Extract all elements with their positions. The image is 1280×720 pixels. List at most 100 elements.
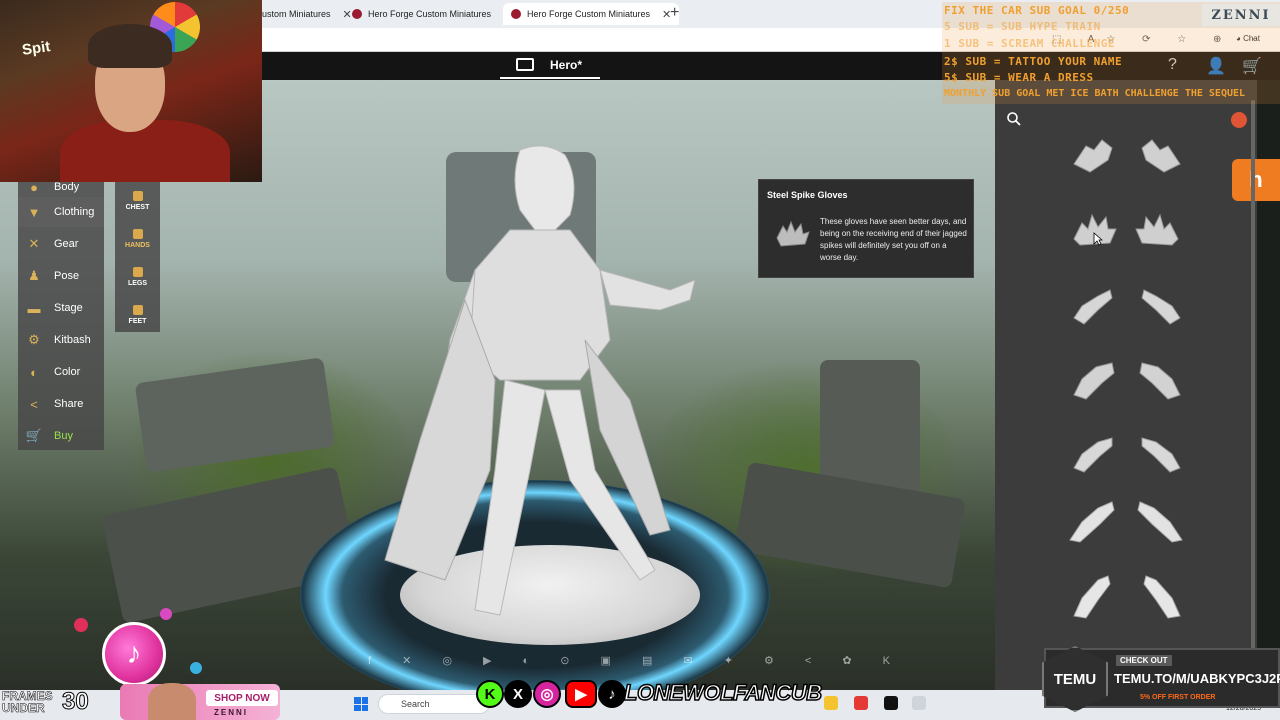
decor-dot [190,662,202,674]
palette-icon: ◐ [30,364,38,380]
subnav-feet[interactable]: FEET [115,296,160,334]
goal-line: 1 SUB = SCREAM CHALLENGE [944,37,1115,50]
windows-start-icon[interactable] [354,697,368,711]
subnav-chest[interactable]: CHEST [115,182,160,220]
share-icon: < [30,396,38,412]
taskbar-search-input[interactable]: Search [378,694,490,714]
subnav-legs[interactable]: LEGS [115,258,160,296]
nav-label: Pose [54,270,80,282]
glove-option[interactable] [1068,428,1124,478]
nav-item-kitbash[interactable]: ⚙ Kitbash [18,325,104,355]
browser-tab-active[interactable]: Hero Forge Custom Miniatures ✕ [503,3,680,25]
subnav-label: HANDS [125,242,150,249]
glove-option[interactable] [1130,496,1186,546]
webcam-sign: Spit [20,38,52,59]
clothing-subcategory-nav: CHEST HANDS LEGS FEET [115,182,160,332]
hand-icon [132,229,143,239]
glove-option[interactable] [1130,428,1186,478]
streamer-hair [88,24,172,68]
nav-label: Color [54,366,81,378]
stage-icon: ▬ [27,300,41,316]
kick-icon: K [476,680,504,708]
tooltip-description: These gloves have seen better days, and … [820,217,967,262]
glove-option[interactable] [1068,355,1124,405]
tab-label: ustom Miniatures [262,9,331,19]
hero-forge-help-icon[interactable]: h [1232,159,1280,201]
goal-line: 5 SUB = SUB HYPE TRAIN [944,20,1101,33]
item-selection-panel [995,80,1257,690]
nav-item-buy[interactable]: 🛒 Buy [18,421,104,451]
nav-label: Body [54,181,80,193]
hero-forge-favicon-icon [511,9,521,19]
kitbash-icon: ⚙ [28,332,40,347]
taskbar-app-icon[interactable] [824,696,838,710]
temu-url: TEMU.TO/M/UABKYPC3J2P [1114,671,1280,686]
folder-icon[interactable] [516,58,534,71]
miniature-figure[interactable] [370,140,710,630]
mouse-cursor-icon [1093,232,1103,246]
screen: ustom Miniatures ✕ Hero Forge Custom Min… [0,0,1280,720]
boot-icon [132,305,143,315]
nav-item-color[interactable]: ◐ Color [18,357,104,387]
glove-option[interactable] [1066,496,1122,546]
glove-option[interactable] [1130,130,1186,180]
goal-line: MONTHLY SUB GOAL MET ICE BATH CHALLENGE … [944,88,1246,99]
youtube-icon: ▶ [565,680,597,708]
subnav-hands[interactable]: HANDS [115,220,160,258]
glove-option[interactable] [1068,130,1124,180]
tab-label: Hero Forge Custom Miniatures [368,9,492,19]
nav-item-clothing[interactable]: ▼ Clothing [18,197,104,227]
zenni-logo: ZENNI [1202,4,1280,26]
subnav-label: LEGS [127,280,148,287]
pose-icon: ♟ [28,268,40,283]
streamer-shirt [60,120,230,182]
streamer-name-banner: LONEWOLFANCUB [623,679,823,706]
search-icon[interactable] [1006,111,1022,127]
subnav-label: CHEST [125,204,150,211]
axes-icon: ✕ [28,236,40,251]
subnav-label: FEET [128,318,147,325]
netflix-icon[interactable] [884,696,898,710]
nav-item-pose[interactable]: ♟ Pose [18,261,104,291]
glove-option[interactable] [1130,205,1186,255]
tooltip-title: Steel Spike Gloves [767,190,848,200]
temu-offer: 5% OFF FIRST ORDER [1140,694,1216,701]
nav-label: Buy [54,430,73,442]
goal-line: 5$ SUB = WEAR A DRESS [944,71,1094,84]
link-icon[interactable] [1231,112,1247,128]
tab-label: Hero Forge Custom Miniatures [527,9,651,19]
hero-title[interactable]: Hero* [550,58,582,72]
glove-option[interactable] [1068,280,1124,330]
nav-label: Stage [54,302,83,314]
frames-number: 30 [62,688,90,716]
nav-label: Kitbash [54,334,91,346]
nav-label: Gear [54,238,79,250]
nav-label: Share [54,398,84,410]
chest-icon [132,191,143,201]
glove-option[interactable] [1130,355,1186,405]
youtube-icon[interactable] [854,696,868,710]
panel-scrollbar[interactable] [1251,100,1255,660]
temu-check-out: CHECK OUT [1116,655,1172,666]
legs-icon [132,267,143,277]
search-placeholder: Search [401,699,430,709]
glove-option-selected[interactable] [1066,205,1122,255]
nav-item-share[interactable]: < Share [18,389,104,419]
ad-model [148,683,196,720]
hero-forge-favicon-icon [352,9,362,19]
title-underline [500,77,600,79]
glove-option[interactable] [1130,570,1186,620]
plus-icon[interactable]: + [670,4,679,22]
main-category-nav: ● Body ▼ Clothing ✕ Gear ♟ Pose ▬ Stage ⚙ Kitb… [18,180,104,451]
nav-item-gear[interactable]: ✕ Gear [18,229,104,259]
glove-option[interactable] [1068,570,1124,620]
nav-item-stage[interactable]: ▬ Stage [18,293,104,323]
decor-dot [160,608,172,620]
tiktok-logo-icon: ♪ [102,622,166,686]
nav-label: Clothing [54,206,95,218]
social-share-icons[interactable]: f ✕ ◎ ▶ ◐ ⊙ ▣ ▤ ✉ ✦ ⚙ < ✿ K [368,654,904,667]
glove-option[interactable] [1130,280,1186,330]
goal-line: 2$ SUB = TATTOO YOUR NAME [944,55,1123,68]
browser-tab[interactable]: Hero Forge Custom Miniatures ✕ [344,3,520,25]
taskbar-app-icon[interactable] [912,696,926,710]
